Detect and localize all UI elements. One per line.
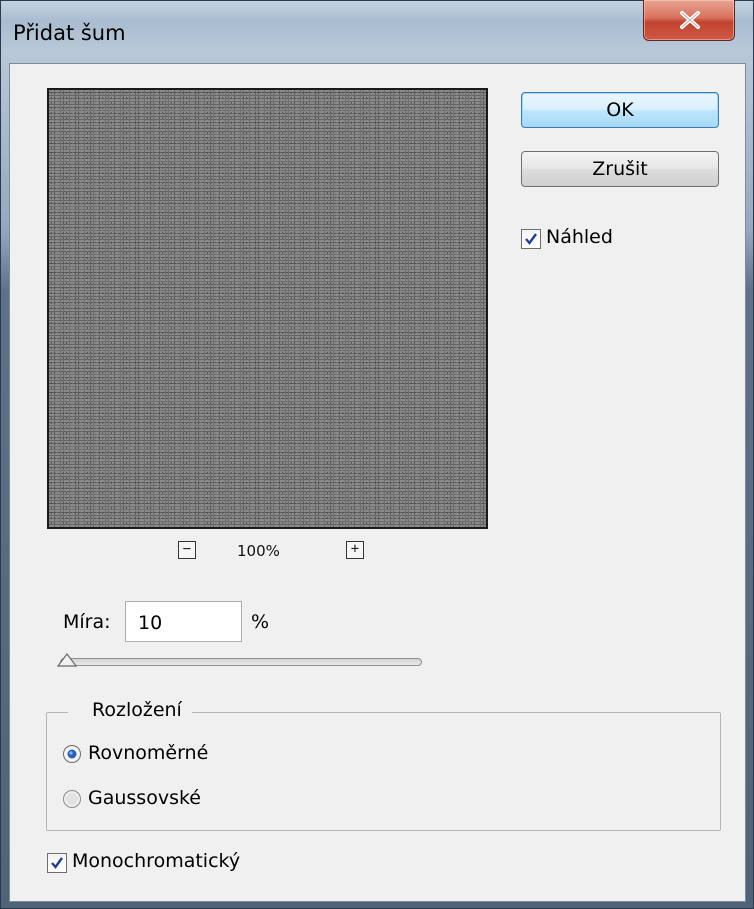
checkmark-icon xyxy=(525,233,537,245)
amount-input[interactable] xyxy=(125,601,242,642)
monochromatic-label: Monochromatický xyxy=(72,850,241,872)
amount-label: Míra: xyxy=(63,611,111,633)
dialog-body: − 100% + OK Zrušit Náhled Míra: % Rozlož… xyxy=(9,63,746,902)
preview-checkbox[interactable] xyxy=(521,229,541,249)
distribution-group xyxy=(46,712,721,831)
title-bar[interactable]: Přidat šum xyxy=(1,0,753,63)
monochromatic-checkbox[interactable] xyxy=(47,853,67,873)
zoom-in-button[interactable]: + xyxy=(346,541,364,559)
amount-slider-track[interactable] xyxy=(60,658,422,666)
cancel-button[interactable]: Zrušit xyxy=(521,151,719,187)
radio-gaussian-label: Gaussovské xyxy=(88,787,201,809)
zoom-level: 100% xyxy=(237,542,280,560)
preview-checkbox-label: Náhled xyxy=(546,226,613,248)
window-title: Přidat šum xyxy=(13,21,126,45)
zoom-out-button[interactable]: − xyxy=(178,541,196,559)
amount-unit: % xyxy=(251,611,270,633)
noise-preview[interactable] xyxy=(47,88,488,529)
distribution-legend: Rozložení xyxy=(68,699,192,721)
close-button[interactable] xyxy=(643,0,735,41)
ok-button[interactable]: OK xyxy=(521,92,719,128)
zoom-controls: − 100% + xyxy=(47,534,488,564)
radio-uniform[interactable] xyxy=(62,744,82,764)
dialog-window: Přidat šum − 100% + OK Zrušit Náhled Mír… xyxy=(0,0,754,909)
radio-uniform-label: Rovnoměrné xyxy=(88,742,209,764)
checkmark-icon xyxy=(51,857,63,869)
close-icon xyxy=(680,11,700,29)
amount-slider-thumb[interactable] xyxy=(57,652,77,668)
radio-gaussian[interactable] xyxy=(62,789,82,809)
